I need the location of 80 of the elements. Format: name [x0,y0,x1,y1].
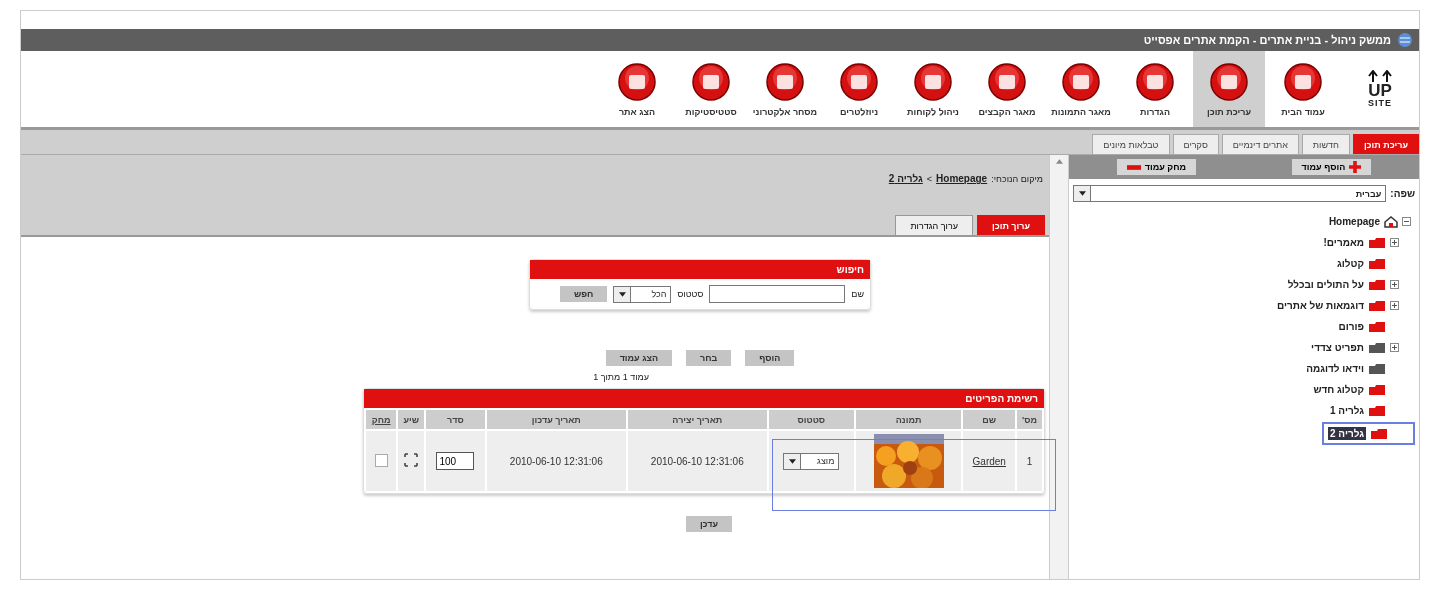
move-icon[interactable] [404,453,419,467]
action-button[interactable]: בחר [686,350,732,366]
panel-header: חיפוש [530,260,870,279]
logo: UP SITE [1355,51,1405,127]
tree-item[interactable]: וידאו לדוגמה [1306,363,1364,374]
breadcrumb-label: מיקום הנוכחי: [991,173,1043,184]
table-cell: 12:31:06 2010-06-10 [486,431,626,491]
toolbar-button[interactable]: ניוזלטרים [823,51,895,127]
field-label: סטטוס [677,289,704,299]
add-page-button[interactable]: הוסף עמוד [1291,159,1372,175]
dropdown-arrow-icon [788,458,796,464]
toolbar-button[interactable]: עמוד הבית [1267,51,1339,127]
window-title: ממשק ניהול - בניית אתרים - הקמת אתרים אפסייט [1143,34,1391,46]
column-header: תמונה [855,410,962,429]
checkbox[interactable] [374,453,388,467]
tree-item[interactable]: פורום [1338,321,1364,332]
field-label: שם [851,289,864,299]
update-button[interactable]: עדכן [685,516,733,532]
tree-item[interactable]: קטלוג [1337,258,1364,269]
table-cell: 12:31:06 2010-06-10 [627,431,767,491]
status-select[interactable]: מוצג [783,452,840,470]
toolbar-button[interactable]: עריכת תוכן [1193,51,1265,127]
tree-item[interactable]: על התולים ובכלל [1287,279,1364,290]
toolbar-button[interactable]: מאגר התמונות [1045,51,1117,127]
column-header: מס' [1017,410,1042,429]
column-header: מחק [366,410,397,429]
expander-icon[interactable] [1390,301,1399,310]
breadcrumb-separator: > [926,173,933,184]
column-header: סטטוס [768,410,854,429]
toolbar-button[interactable]: מסחר אלקטרוני [749,51,821,127]
breadcrumb-link[interactable]: Homepage [936,173,988,184]
search-button[interactable]: חפש [560,286,608,302]
page-count: עמוד 1 מתוך 1 [592,371,650,384]
column-header: סדר [426,410,485,429]
tree-item[interactable]: Homepage [1328,216,1380,227]
tree-item[interactable]: גלריה 2 [1328,427,1366,440]
house-icon [1384,215,1398,228]
action-button[interactable]: הצג עמוד [605,350,673,366]
language-label: שפה: [1390,188,1415,199]
expander-icon[interactable] [1390,343,1399,352]
scroll-up-icon[interactable] [1055,159,1063,164]
tab[interactable]: עריכת תוכן [1352,134,1419,154]
tab[interactable]: חדשות [1301,134,1350,154]
scrollbar[interactable] [1049,155,1069,579]
breadcrumb-link[interactable]: גלריה 2 [888,173,923,184]
toolbar-button[interactable]: סטטיסטיקות [675,51,747,127]
tab[interactable]: סקרים [1172,134,1219,154]
dropdown-arrow-icon [1078,191,1086,196]
column-header: תאריך עדכון [486,410,626,429]
toolbar-button[interactable]: מאגר הקבצים [971,51,1043,127]
dropdown-arrow-icon [618,291,626,297]
name-field[interactable] [709,285,846,303]
expander-icon[interactable] [1390,280,1399,289]
action-button[interactable]: הוסף [745,350,795,366]
column-header: תאריך יצירה [627,410,767,429]
item-link[interactable]: Garden [972,455,1006,467]
tab[interactable]: אתרים דינמיים [1221,134,1299,154]
column-header: שם [963,410,1016,429]
tab[interactable]: טבלאות מיונים [1092,134,1170,154]
column-header: שיע [398,410,425,429]
delete-page-button[interactable]: מחק עמוד [1116,159,1197,175]
status-select[interactable]: הכל [613,285,672,303]
plus-icon [1349,161,1362,173]
language-select[interactable]: עברית [1073,185,1387,202]
panel-header: רשימת הפריטים [364,389,1044,408]
tree-item[interactable]: תפריט צדדי [1311,342,1364,353]
tree-item[interactable]: קטלוג חדש [1313,384,1364,395]
tab[interactable]: ערוך תוכן [976,215,1045,235]
order-field[interactable]: 100 [436,452,475,470]
toolbar-button[interactable]: ניהול לקוחות [897,51,969,127]
table-cell: 1 [1017,431,1042,491]
expander-icon[interactable] [1402,217,1411,226]
tab[interactable]: ערוך הגדרות [895,215,973,235]
expander-icon[interactable] [1390,238,1399,247]
tree-item[interactable]: מאמרים! [1323,237,1364,248]
toolbar-button[interactable]: הגדרות [1119,51,1191,127]
toolbar-button[interactable]: הצג אתר [601,51,673,127]
minus-icon [1126,164,1141,170]
tree-item[interactable]: גלריה 1 [1330,405,1364,416]
tree-item[interactable]: דוגמאות של אתרים [1277,300,1364,311]
